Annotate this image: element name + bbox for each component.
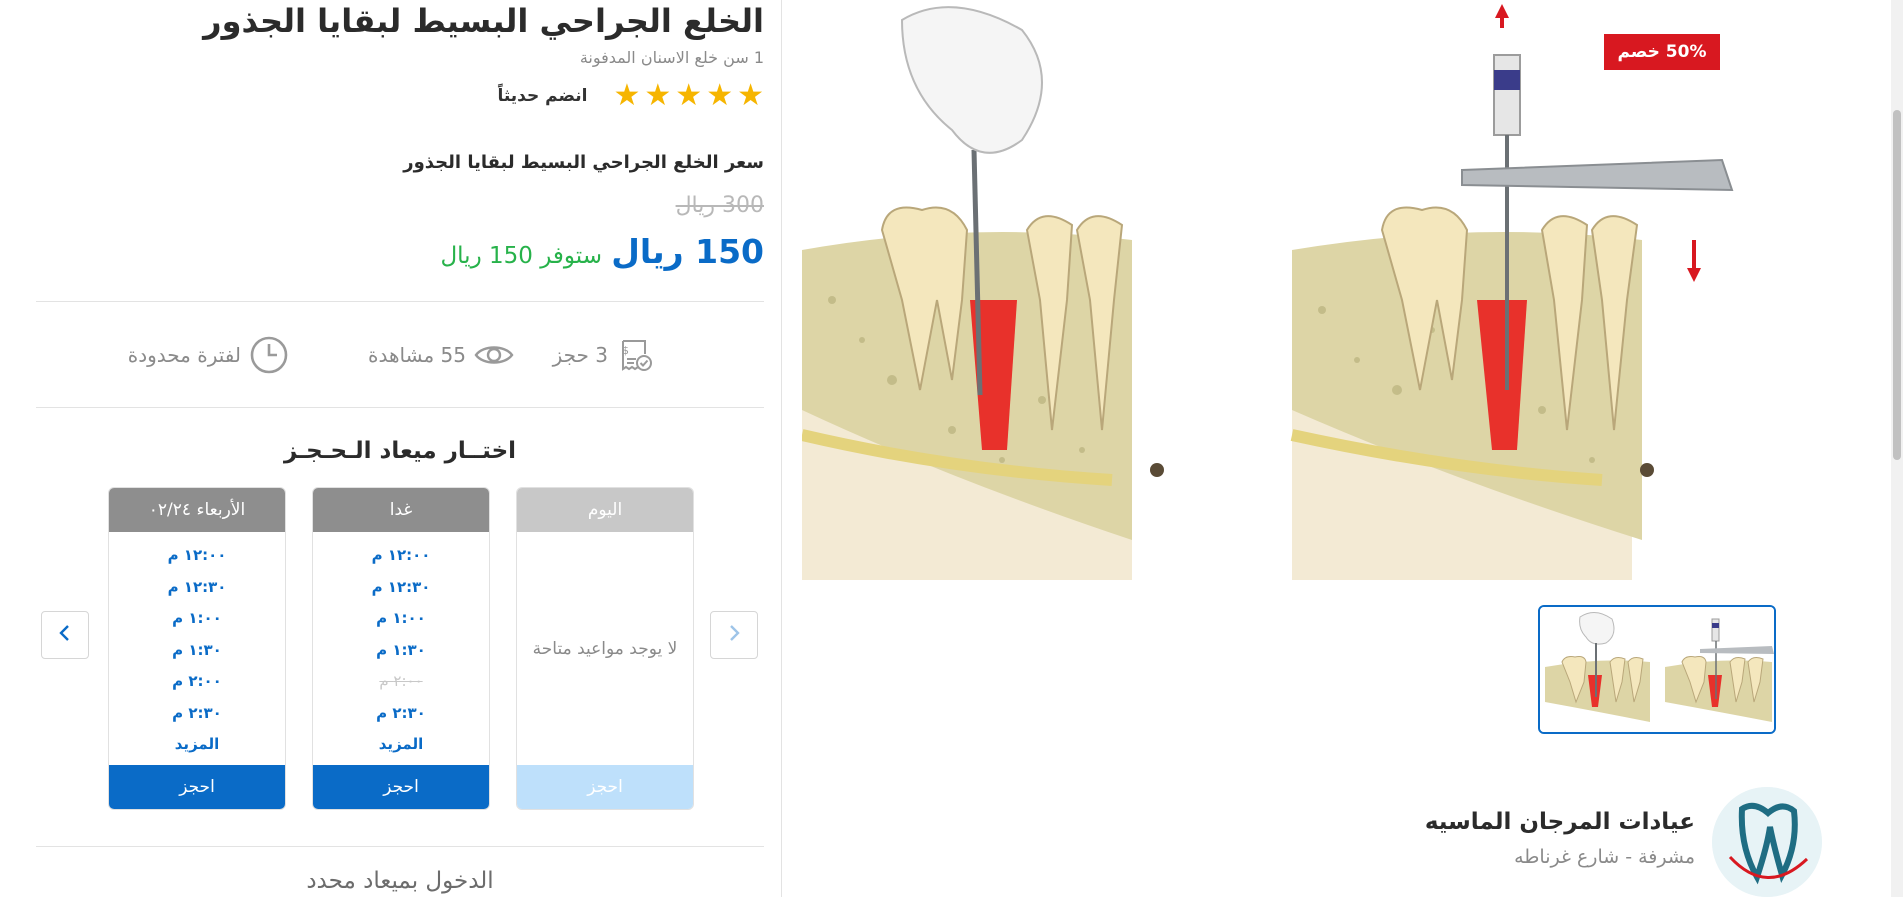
dental-extraction-thumbnail-icon (1540, 607, 1774, 732)
time-slot[interactable]: ٢:٣٠ م (109, 698, 285, 730)
clinic-name[interactable]: عيادات المرجان الماسيه (1425, 809, 1695, 835)
star-icon: ★ (706, 78, 734, 113)
time-slot-list: ١٢:٠٠ م ١٢:٣٠ م ١:٠٠ م ١:٣٠ م ٢:٠٠ م ٢:٣… (109, 532, 285, 765)
offer-details-panel: الخلع الجراحي البسيط لبقايا الجذور 1 سن … (36, 0, 764, 897)
page-title: الخلع الجراحي البسيط لبقايا الجذور (203, 2, 764, 40)
divider (36, 407, 764, 408)
page-scrollbar[interactable] (1891, 0, 1903, 897)
more-slots-link[interactable]: المزيد (109, 729, 285, 761)
time-slot[interactable]: ١:٣٠ م (313, 635, 489, 667)
more-slots-link[interactable]: المزيد (313, 729, 489, 761)
clock-icon (249, 335, 289, 375)
day-header: اليوم (517, 488, 693, 532)
book-button-today[interactable]: احجز (517, 765, 693, 809)
time-slot[interactable]: ١:٣٠ م (109, 635, 285, 667)
day-column-wednesday: الأربعاء ٠٢/٢٤ ١٢:٠٠ م ١٢:٣٠ م ١:٠٠ م ١:… (108, 487, 286, 810)
clinic-location: مشرفة - شارع غرناطه (1514, 846, 1695, 868)
stats-row: $ 3 حجز 55 مشاهدة لفترة محدودة (36, 334, 764, 376)
carousel-next-button[interactable] (41, 611, 89, 659)
time-slot[interactable]: ١٢:٣٠ م (109, 572, 285, 604)
bookings-count: 3 حجز (552, 343, 608, 367)
eye-icon (474, 340, 514, 370)
time-slot[interactable]: ١٢:٠٠ م (109, 540, 285, 572)
divider (36, 846, 764, 847)
time-slot[interactable]: ١:٠٠ م (313, 603, 489, 635)
price-heading: سعر الخلع الجراحي البسيط لبقايا الجذور (403, 152, 764, 173)
time-slot[interactable]: ٢:٠٠ م (109, 666, 285, 698)
discount-badge: 50% خصم (1604, 34, 1720, 70)
chevron-left-icon (57, 623, 73, 647)
star-icon: ★ (737, 78, 764, 113)
recently-joined-label: انضم حديثاً (497, 86, 588, 106)
carousel-prev-button[interactable] (710, 611, 758, 659)
svg-text:$: $ (622, 344, 629, 357)
illustration-left (800, 6, 1164, 580)
views-count: 55 مشاهدة (368, 343, 466, 367)
views-stat: 55 مشاهدة (368, 334, 514, 376)
day-column-today: اليوم لا يوجد مواعيد متاحة احجز (516, 487, 694, 810)
limited-time-label: لفترة محدودة (127, 343, 241, 367)
time-slot[interactable]: ١٢:٣٠ م (313, 572, 489, 604)
divider (36, 301, 764, 302)
star-icon: ★ (675, 78, 703, 113)
no-slots-message: لا يوجد مواعيد متاحة (532, 638, 678, 659)
dental-extraction-illustration-icon (800, 0, 1802, 580)
time-slot-list: ١٢:٠٠ م ١٢:٣٠ م ١:٠٠ م ١:٣٠ م ٢:٠٠ م ٢:٣… (313, 532, 489, 765)
star-icon: ★ (613, 78, 641, 113)
gallery-thumbnail[interactable] (1538, 605, 1776, 734)
book-button-tomorrow[interactable]: احجز (313, 765, 489, 809)
day-header: الأربعاء ٠٢/٢٤ (109, 488, 285, 532)
gallery-panel: 50% خصم عيادات المرجان الماسيه مشرفة - ش… (782, 0, 1891, 897)
tooth-logo-icon (1712, 787, 1822, 897)
bookings-stat: $ 3 حجز (553, 334, 654, 376)
limited-time-stat: لفترة محدودة (128, 334, 289, 376)
time-slot[interactable]: ١٢:٠٠ م (313, 540, 489, 572)
booking-section-title: اختــار ميعاد الـحـجـز (283, 438, 517, 464)
walkin-heading: الدخول بميعاد محدد (306, 868, 494, 894)
old-price: 300 ريال (675, 193, 764, 218)
receipt-check-icon: $ (616, 336, 654, 374)
scrollbar-thumb[interactable] (1893, 110, 1901, 460)
star-icon: ★ (644, 78, 672, 113)
savings-text: ستوفر 150 ريال (440, 243, 602, 269)
rating-row: ★ ★ ★ ★ ★ انضم حديثاً (497, 80, 764, 112)
service-subtitle: 1 سن خلع الاسنان المدفونة (579, 48, 764, 67)
book-button-wednesday[interactable]: احجز (109, 765, 285, 809)
new-price: 150 ريال (611, 232, 764, 271)
time-slot[interactable]: ١:٠٠ م (109, 603, 285, 635)
time-slot-unavailable: ٢:٠٠ م (379, 672, 423, 690)
day-column-tomorrow: غدا ١٢:٠٠ م ١٢:٣٠ م ١:٠٠ م ١:٣٠ م ٢:٠٠ م… (312, 487, 490, 810)
day-header: غدا (313, 488, 489, 532)
illustration-right (1290, 4, 1734, 580)
time-slot[interactable]: ٢:٣٠ م (313, 698, 489, 730)
chevron-right-icon (726, 623, 742, 647)
